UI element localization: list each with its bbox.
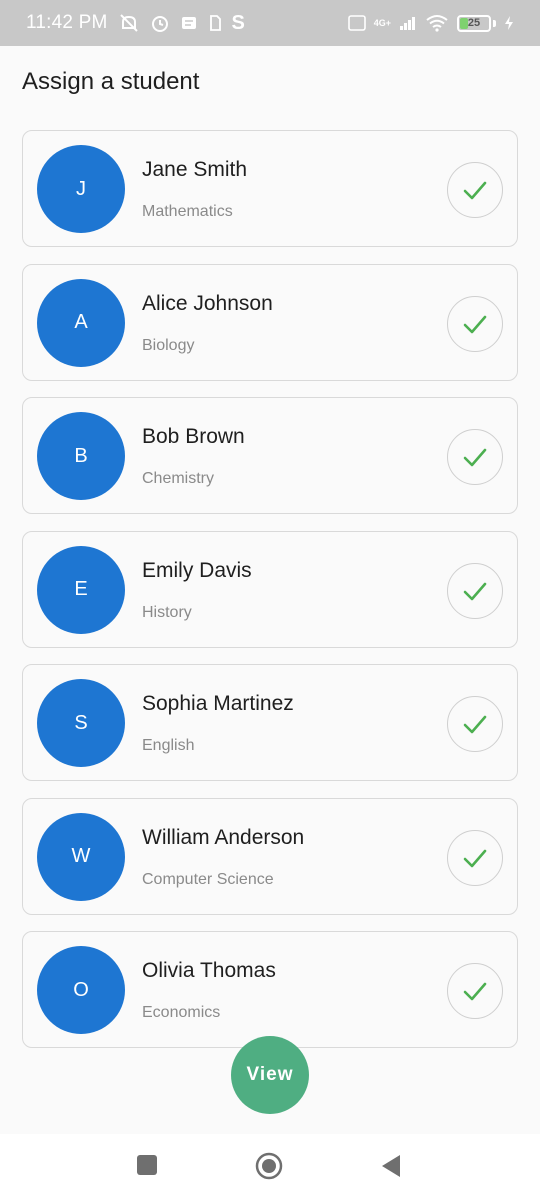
alarm-icon [150,13,170,33]
avatar-initial: A [74,311,88,333]
student-subject: Economics [142,1004,221,1021]
student-name: Bob Brown [142,425,245,448]
student-avatar: O [37,946,125,1034]
status-time: 11:42 PM [26,12,108,33]
wifi-icon [425,14,449,32]
charging-icon [504,15,514,31]
student-name: Alice Johnson [142,291,273,315]
mute-icon [118,13,140,33]
assign-check-button[interactable] [447,963,503,1019]
battery-icon: 25 [457,14,491,32]
check-icon [463,982,487,1001]
check-icon [463,315,487,333]
student-card[interactable]: J Jane Smith Mathematics [22,130,518,247]
avatar-initial: E [74,578,88,600]
student-card[interactable]: S Sophia Martinez English [22,664,518,781]
check-icon [463,715,487,734]
status-bar: 11:42 PM S 4G+ 25 [0,0,540,46]
assign-check-button[interactable] [447,429,503,485]
student-avatar: J [37,145,125,233]
avatar-initial: O [73,978,89,1001]
check-icon [463,181,487,200]
check-icon [463,448,487,467]
student-name: William Anderson [142,825,305,849]
student-subject: History [142,603,192,621]
student-card[interactable]: E Emily Davis History [22,530,518,648]
status-left: 11:42 PM S [26,12,245,35]
student-avatar: S [37,679,125,767]
network-label: 4G+ [373,18,391,28]
assign-check-button[interactable] [447,162,503,218]
battery-level: 25 [467,17,481,29]
battery-nub [493,19,496,27]
check-icon [463,582,487,600]
avatar-initial: S [74,711,88,734]
student-subject: English [142,737,195,754]
student-avatar: B [37,412,125,500]
page-title: Assign a student [22,68,200,95]
student-list: J Jane Smith Mathematics A Alice Johnson Biol… [22,130,518,1065]
check-icon [463,849,487,867]
status-right: 4G+ 25 [347,14,514,32]
student-card[interactable]: W William Anderson Computer Science [22,797,518,915]
student-card[interactable]: B Bob Brown Chemistry [22,397,518,514]
student-avatar: A [37,278,125,367]
student-name: Sophia Martinez [142,692,294,715]
student-name: Jane Smith [142,158,248,181]
view-button[interactable]: View [231,1036,309,1114]
avatar-initial: W [71,845,91,867]
assign-check-button[interactable] [447,696,503,752]
assign-check-button[interactable] [447,829,503,886]
student-subject: Mathematics [142,203,233,220]
student-name: Emily Davis [142,558,252,582]
student-avatar: E [37,545,125,634]
avatar-initial: J [76,177,86,200]
assign-check-button[interactable] [447,562,503,619]
student-subject: Biology [142,336,195,354]
signal-icon [399,15,417,31]
sim-icon [208,14,222,32]
student-subject: Computer Science [142,870,274,888]
student-avatar: W [37,812,125,901]
volte-icon [347,15,366,31]
home-circle-icon[interactable] [255,1152,283,1180]
assign-check-button[interactable] [447,295,503,352]
battery-fill [460,17,468,29]
student-card[interactable]: A Alice Johnson Biology [22,263,518,381]
recents-square-icon[interactable] [136,1154,158,1176]
message-icon [180,14,198,32]
student-name: Olivia Thomas [142,959,276,982]
avatar-initial: B [74,444,88,467]
navigation-bar [0,1134,540,1200]
carrier-badge: S [231,11,246,34]
back-triangle-icon[interactable] [380,1154,402,1178]
student-card[interactable]: O Olivia Thomas Economics [22,931,518,1048]
student-subject: Chemistry [142,470,215,487]
